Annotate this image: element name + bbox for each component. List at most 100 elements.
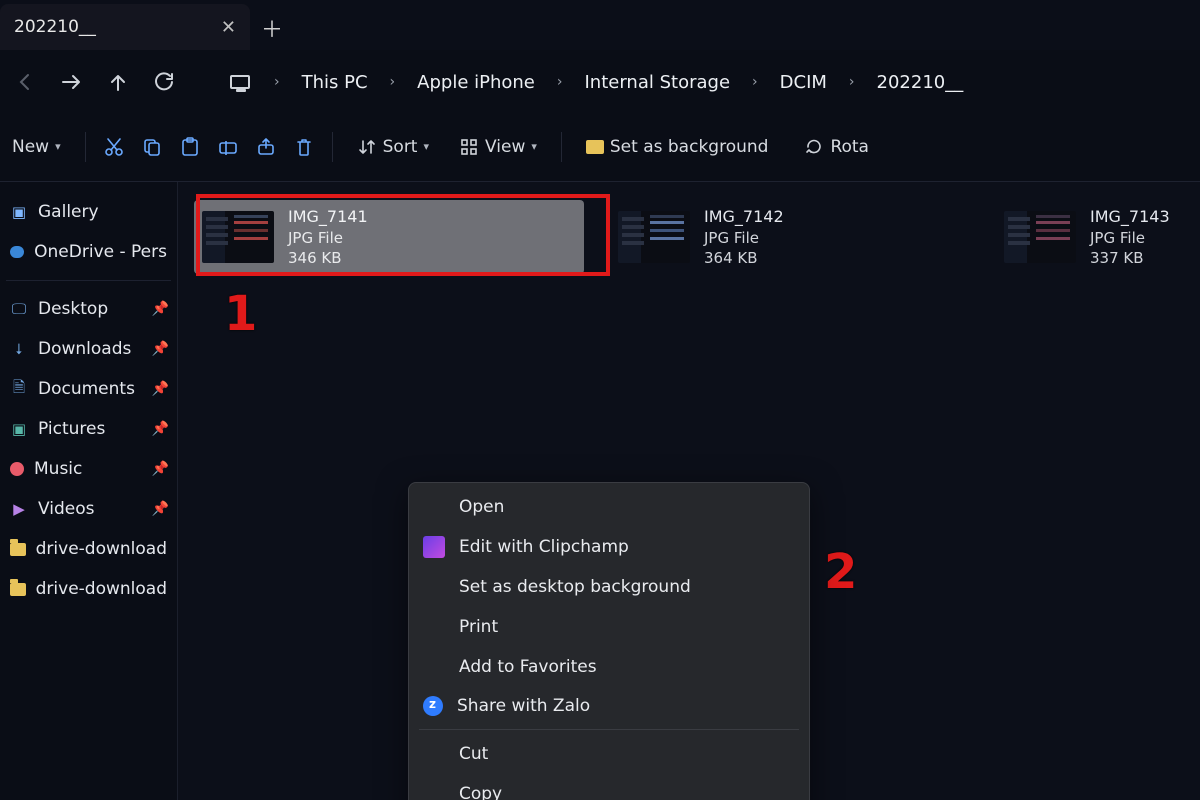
file-size: 346 KB: [288, 248, 368, 268]
pin-icon: 📌: [152, 381, 169, 397]
breadcrumb-item[interactable]: DCIM: [780, 72, 827, 93]
chevron-right-icon: ›: [390, 74, 396, 90]
forward-button[interactable]: [60, 70, 84, 94]
pin-icon: 📌: [152, 461, 169, 477]
file-item[interactable]: IMG_7143 JPG File 337 KB: [996, 200, 1178, 274]
ctx-copy[interactable]: Copy: [409, 774, 809, 800]
share-icon[interactable]: [256, 137, 276, 157]
gallery-icon: ▣: [10, 203, 28, 221]
delete-icon[interactable]: [294, 137, 314, 157]
sidebar-item-folder[interactable]: drive-download: [0, 529, 177, 569]
clipchamp-icon: [423, 536, 445, 558]
sidebar-item-desktop[interactable]: 🖵 Desktop 📌: [0, 289, 177, 329]
file-thumbnail: [618, 211, 690, 263]
sidebar-item-onedrive[interactable]: OneDrive - Pers: [0, 232, 177, 272]
ctx-print[interactable]: Print: [409, 607, 809, 647]
rotate-icon: [804, 137, 824, 157]
navigation-bar: › This PC › Apple iPhone › Internal Stor…: [0, 50, 1200, 120]
sidebar-item-downloads[interactable]: ⭣ Downloads 📌: [0, 329, 177, 369]
file-item[interactable]: IMG_7142 JPG File 364 KB: [610, 200, 970, 274]
folder-icon: [10, 583, 26, 596]
sidebar-item-pictures[interactable]: ▣ Pictures 📌: [0, 409, 177, 449]
view-button[interactable]: View ▾: [453, 131, 543, 163]
file-thumbnail: [1004, 211, 1076, 263]
file-meta: IMG_7143 JPG File 337 KB: [1090, 206, 1170, 268]
ctx-cut[interactable]: Cut: [409, 734, 809, 774]
sidebar-item-folder[interactable]: drive-download: [0, 569, 177, 609]
music-icon: [10, 462, 24, 476]
sidebar-item-gallery[interactable]: ▣ Gallery: [0, 192, 177, 232]
context-menu: Open Edit with Clipchamp Set as desktop …: [408, 482, 810, 800]
sidebar-item-documents[interactable]: 🗎 Documents 📌: [0, 369, 177, 409]
folder-icon: [10, 543, 26, 556]
refresh-button[interactable]: [152, 70, 176, 94]
ctx-set-desktop-bg[interactable]: Set as desktop background: [409, 567, 809, 607]
file-size: 337 KB: [1090, 248, 1170, 268]
ctx-clipchamp[interactable]: Edit with Clipchamp: [409, 527, 809, 567]
blank-icon: [423, 743, 445, 765]
pin-icon: 📌: [152, 301, 169, 317]
blank-icon: [423, 783, 445, 800]
file-name: IMG_7142: [704, 206, 784, 228]
ctx-label: Copy: [459, 784, 502, 800]
ctx-add-favorites[interactable]: Add to Favorites: [409, 647, 809, 687]
breadcrumb-item[interactable]: This PC: [302, 72, 368, 93]
sidebar: ▣ Gallery OneDrive - Pers 🖵 Desktop 📌 ⭣ …: [0, 182, 178, 800]
sidebar-item-videos[interactable]: ▶ Videos 📌: [0, 489, 177, 529]
new-tab-button[interactable]: ＋: [250, 6, 294, 50]
sidebar-label: Videos: [38, 499, 95, 519]
sidebar-label: Desktop: [38, 299, 108, 319]
file-meta: IMG_7141 JPG File 346 KB: [288, 206, 368, 268]
copy-icon[interactable]: [142, 137, 162, 157]
cut-icon[interactable]: [104, 137, 124, 157]
file-name: IMG_7141: [288, 206, 368, 228]
sort-icon: [357, 137, 377, 157]
view-label: View: [485, 137, 525, 157]
desktop-icon: 🖵: [10, 300, 28, 318]
file-item[interactable]: IMG_7141 JPG File 346 KB: [194, 200, 584, 274]
ctx-share-zalo[interactable]: Share with Zalo: [409, 687, 809, 725]
sidebar-label: Music: [34, 459, 82, 479]
background-icon: [586, 140, 604, 154]
breadcrumb-item[interactable]: Apple iPhone: [417, 72, 535, 93]
chevron-right-icon: ›: [274, 74, 280, 90]
file-size: 364 KB: [704, 248, 784, 268]
pin-icon: 📌: [152, 501, 169, 517]
close-tab-icon[interactable]: ✕: [221, 17, 236, 38]
rotate-label: Rota: [830, 137, 869, 157]
this-pc-icon: [230, 75, 250, 89]
tab-title: 202210__: [14, 17, 96, 37]
toolbar-divider: [561, 132, 562, 162]
ctx-label: Set as desktop background: [459, 577, 691, 597]
documents-icon: 🗎: [10, 380, 28, 398]
back-button[interactable]: [14, 70, 38, 94]
ctx-label: Print: [459, 617, 498, 637]
up-button[interactable]: [106, 70, 130, 94]
ctx-open[interactable]: Open: [409, 487, 809, 527]
pin-icon: 📌: [152, 341, 169, 357]
breadcrumb-item[interactable]: Internal Storage: [585, 72, 731, 93]
sidebar-item-music[interactable]: Music 📌: [0, 449, 177, 489]
ctx-label: Share with Zalo: [457, 696, 590, 716]
rotate-button[interactable]: Rota: [798, 131, 875, 163]
chevron-down-icon: ▾: [423, 140, 429, 153]
file-meta: IMG_7142 JPG File 364 KB: [704, 206, 784, 268]
file-type: JPG File: [704, 228, 784, 248]
paste-icon[interactable]: [180, 137, 200, 157]
ctx-label: Cut: [459, 744, 488, 764]
rename-icon[interactable]: [218, 137, 238, 157]
new-button[interactable]: New ▾: [6, 131, 67, 163]
downloads-icon: ⭣: [10, 340, 28, 358]
toolbar: New ▾ Sort ▾ View ▾ Set as background: [0, 120, 1200, 182]
set-background-button[interactable]: Set as background: [580, 131, 775, 163]
chevron-right-icon: ›: [557, 74, 563, 90]
chevron-down-icon: ▾: [55, 140, 61, 153]
onedrive-icon: [10, 246, 24, 258]
titlebar: 202210__ ✕ ＋: [0, 0, 1200, 50]
breadcrumb-item[interactable]: 202210__: [877, 72, 964, 93]
sort-label: Sort: [383, 137, 418, 157]
sidebar-label: Documents: [38, 379, 135, 399]
sidebar-label: Downloads: [38, 339, 131, 359]
sort-button[interactable]: Sort ▾: [351, 131, 435, 163]
window-tab[interactable]: 202210__ ✕: [0, 4, 250, 50]
